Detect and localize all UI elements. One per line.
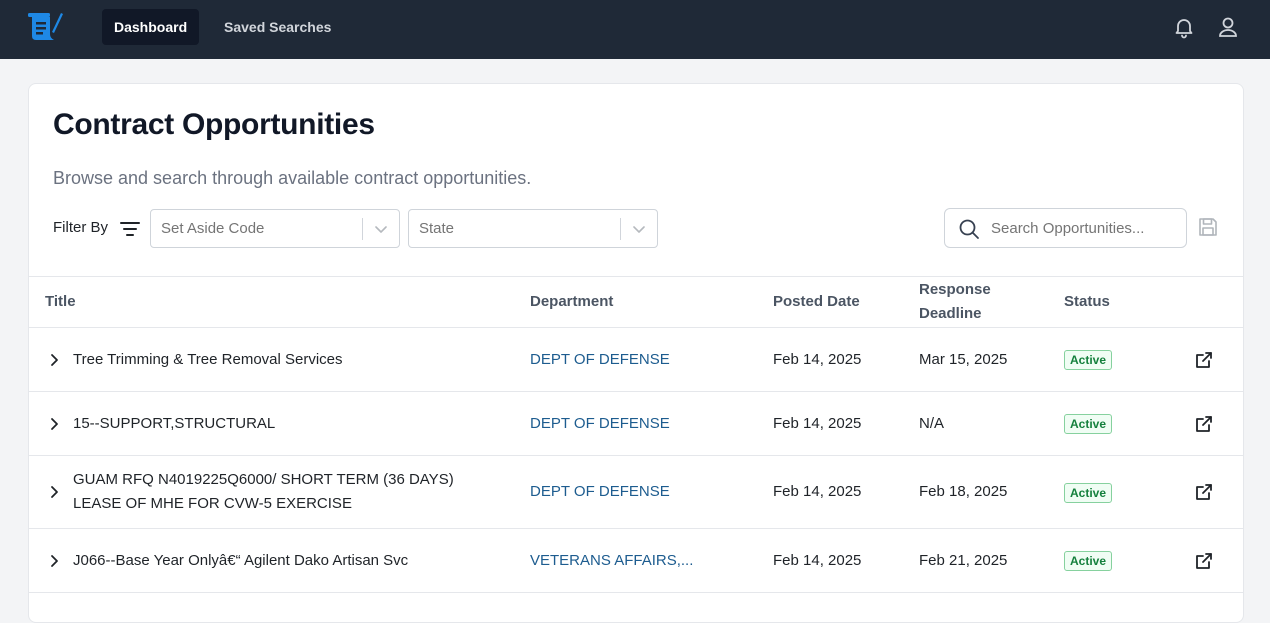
column-header-posted-date[interactable]: Posted Date [773, 290, 860, 314]
external-link-icon[interactable] [1194, 350, 1214, 370]
search-icon [959, 219, 979, 239]
column-header-deadline-line1: Response [919, 281, 991, 298]
chevron-right-icon[interactable] [47, 485, 61, 499]
row-title: 15--SUPPORT,STRUCTURAL [73, 415, 276, 432]
row-department-link[interactable]: DEPT OF DEFENSE [530, 480, 670, 504]
chevron-right-icon[interactable] [47, 554, 61, 568]
chevron-down-icon[interactable] [631, 221, 647, 237]
select-separator [620, 218, 621, 240]
set-aside-code-placeholder: Set Aside Code [161, 220, 265, 237]
row-department-link[interactable]: DEPT OF DEFENSE [530, 412, 670, 436]
row-response-deadline: Feb 18, 2025 [919, 483, 1008, 500]
nav-saved-searches[interactable]: Saved Searches [212, 9, 343, 45]
state-placeholder: State [419, 220, 455, 237]
row-posted-date: Feb 14, 2025 [773, 351, 862, 368]
table-header: Title Department Posted Date Response De… [29, 276, 1243, 328]
state-select[interactable]: State [408, 209, 658, 248]
page-subtitle: Browse and search through available cont… [53, 168, 532, 188]
select-separator [362, 218, 363, 240]
column-header-status[interactable]: Status [1064, 290, 1110, 314]
external-link-icon[interactable] [1194, 482, 1214, 502]
chevron-right-icon[interactable] [47, 417, 61, 431]
row-response-deadline: Mar 15, 2025 [919, 351, 1008, 368]
save-search-icon[interactable] [1197, 216, 1219, 238]
page-title: Contract Opportunities [53, 108, 375, 141]
table-row[interactable]: GUAM RFQ N4019225Q6000/ SHORT TERM (36 D… [29, 456, 1243, 529]
external-link-icon[interactable] [1194, 414, 1214, 434]
row-title: GUAM RFQ N4019225Q6000/ SHORT TERM (36 D… [73, 468, 454, 516]
column-header-department[interactable]: Department [530, 290, 613, 314]
status-badge: Active [1064, 414, 1113, 434]
row-posted-date: Feb 14, 2025 [773, 415, 862, 432]
filter-label: Filter By [53, 219, 109, 236]
search-input[interactable] [991, 217, 1176, 239]
column-header-title[interactable]: Title [45, 290, 76, 314]
row-title: J066--Base Year Onlyâ€“ Agilent Dako Art… [73, 552, 409, 569]
external-link-icon[interactable] [1194, 551, 1214, 571]
app-logo-icon[interactable] [26, 10, 64, 44]
row-title-line2: LEASE OF MHE FOR CVW-5 EXERCISE [73, 495, 352, 512]
row-title: Tree Trimming & Tree Removal Services [73, 351, 343, 368]
table-row[interactable]: Tree Trimming & Tree Removal Services DE… [29, 328, 1243, 392]
row-posted-date: Feb 14, 2025 [773, 552, 862, 569]
row-department-link[interactable]: VETERANS AFFAIRS,... [530, 549, 693, 573]
row-posted-date: Feb 14, 2025 [773, 483, 862, 500]
row-response-deadline: Feb 21, 2025 [919, 552, 1008, 569]
column-header-response-deadline[interactable]: Response Deadline [919, 278, 991, 326]
user-icon[interactable] [1216, 15, 1240, 39]
row-response-deadline: N/A [919, 415, 945, 432]
column-header-deadline-line2: Deadline [919, 305, 982, 322]
search-box[interactable] [944, 208, 1187, 248]
chevron-right-icon[interactable] [47, 353, 61, 367]
chevron-down-icon[interactable] [373, 221, 389, 237]
set-aside-code-select[interactable]: Set Aside Code [150, 209, 400, 248]
opportunities-card: Contract Opportunities Browse and search… [28, 83, 1244, 623]
bell-icon[interactable] [1172, 15, 1196, 39]
status-badge: Active [1064, 551, 1113, 571]
table-row[interactable]: 15--SUPPORT,STRUCTURAL DEPT OF DEFENSE F… [29, 392, 1243, 456]
top-navbar: Dashboard Saved Searches [0, 0, 1270, 59]
row-title-line1: GUAM RFQ N4019225Q6000/ SHORT TERM (36 D… [73, 471, 454, 488]
nav-dashboard[interactable]: Dashboard [102, 9, 200, 45]
status-badge: Active [1064, 350, 1113, 370]
status-badge: Active [1064, 483, 1113, 503]
table-row[interactable]: J066--Base Year Onlyâ€“ Agilent Dako Art… [29, 529, 1243, 593]
filter-icon[interactable] [119, 219, 141, 239]
row-department-link[interactable]: DEPT OF DEFENSE [530, 348, 670, 372]
